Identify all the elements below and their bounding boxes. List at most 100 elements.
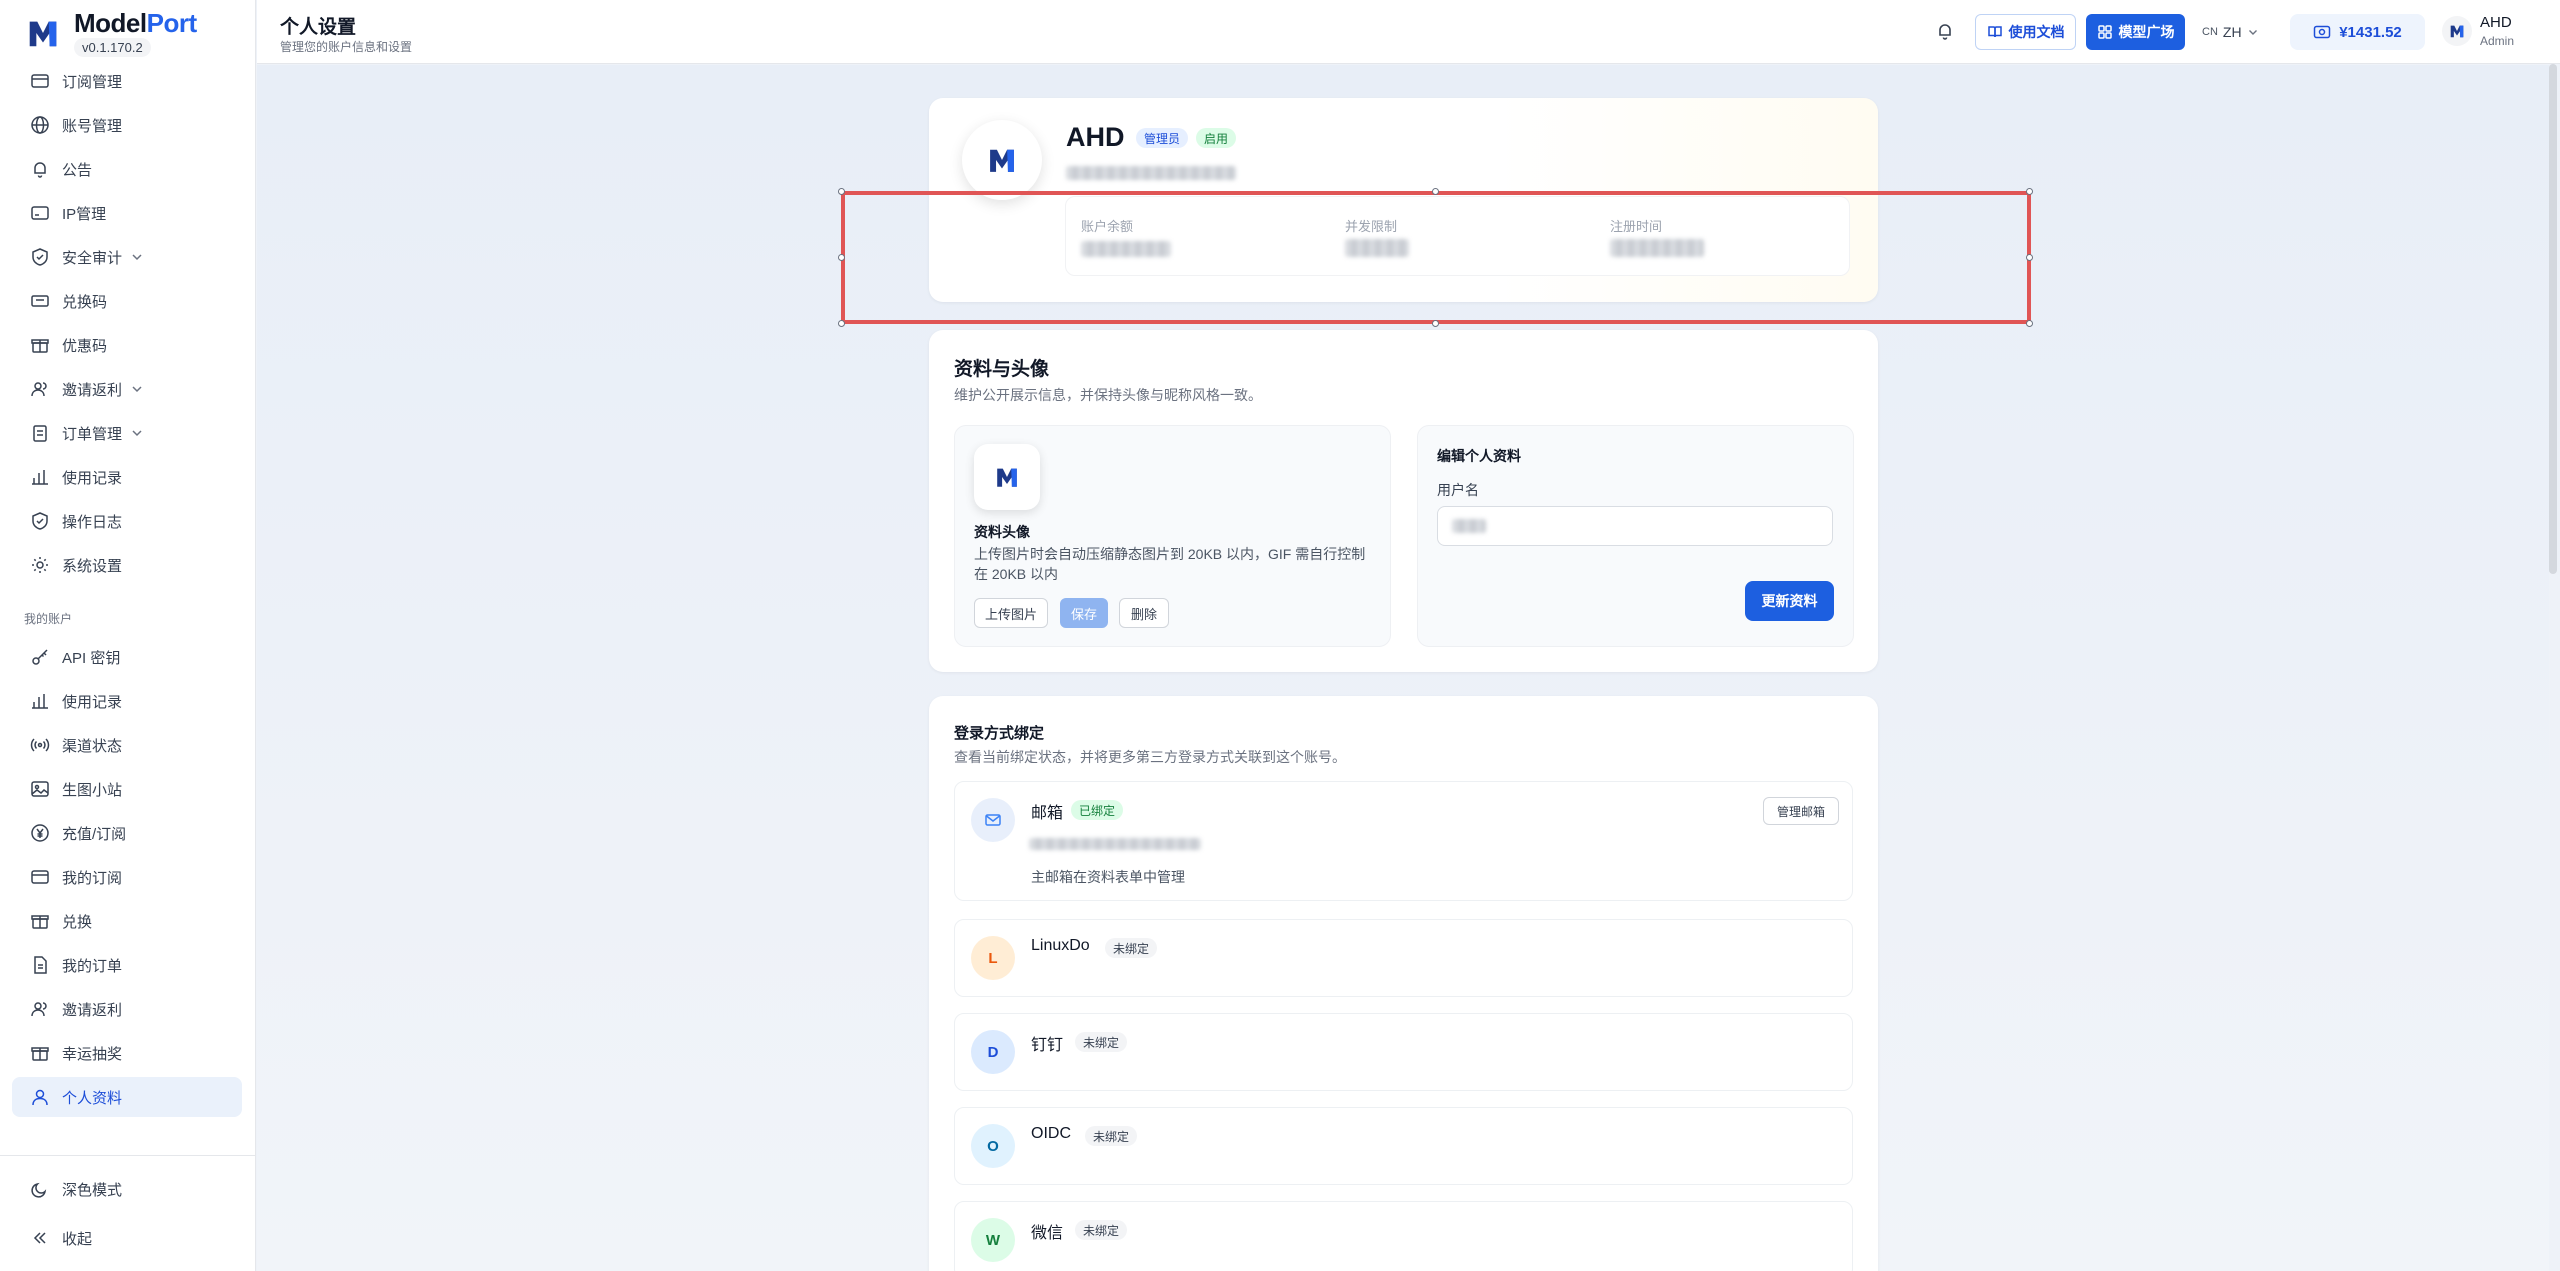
manage-email-button[interactable]: 管理邮箱: [1763, 797, 1839, 825]
email-redacted: [1066, 166, 1236, 180]
login-bindings-card: 登录方式绑定 查看当前绑定状态，并将更多第三方登录方式关联到这个账号。 邮箱 已…: [929, 696, 1878, 1271]
model-plaza-button[interactable]: 模型广场: [2086, 14, 2185, 50]
top-header: 个人设置 管理您的账户信息和设置 使用文档 模型广场 CN ZH ¥1431.5…: [257, 0, 2560, 64]
docs-button[interactable]: 使用文档: [1975, 14, 2076, 50]
sidebar-item-order-admin[interactable]: 订单管理: [12, 413, 242, 453]
binding-row-oidc[interactable]: O OIDC 未绑定: [954, 1107, 1853, 1185]
ticket-icon: [31, 295, 49, 307]
selection-handle[interactable]: [2026, 188, 2033, 195]
server-icon: [31, 206, 49, 220]
binding-name: 钉钉: [1031, 1037, 1064, 1054]
chevron-down-icon: [132, 386, 142, 393]
version-badge: v0.1.170.2: [74, 38, 151, 57]
selection-rectangle[interactable]: [841, 191, 2031, 324]
language-selector[interactable]: CN ZH: [2202, 20, 2259, 44]
gear-icon: [32, 557, 48, 573]
save-avatar-button[interactable]: 保存: [1060, 598, 1108, 628]
sidebar-item-my-subscriptions[interactable]: 我的订阅: [12, 857, 242, 897]
section-title: 资料与头像: [954, 359, 1050, 380]
sidebar-item-recharge[interactable]: 充值/订阅: [12, 813, 242, 853]
sidebar-item-my-orders[interactable]: 我的订单: [12, 945, 242, 985]
binding-note: 主邮箱在资料表单中管理: [1031, 869, 1185, 885]
selection-handle[interactable]: [2026, 320, 2033, 327]
sidebar-item-image-studio[interactable]: 生图小站: [12, 769, 242, 809]
mail-icon: [971, 798, 1015, 842]
key-icon: [32, 649, 48, 665]
modelport-logo-icon: [997, 468, 1017, 487]
gift-icon: [31, 1047, 49, 1061]
edit-profile-title: 编辑个人资料: [1437, 448, 1521, 464]
selection-handle[interactable]: [1432, 320, 1439, 327]
selection-handle[interactable]: [838, 254, 845, 261]
profile-info-card: 资料与头像 维护公开展示信息，并保持头像与昵称风格一致。 资料头像 上传图片时会…: [929, 330, 1878, 672]
bindings-description: 查看当前绑定状态，并将更多第三方登录方式关联到这个账号。: [954, 749, 1346, 765]
dark-mode-toggle[interactable]: 深色模式: [12, 1169, 242, 1209]
shield-icon: [32, 512, 48, 530]
sidebar-item-operation-log[interactable]: 操作日志: [12, 501, 242, 541]
grid-icon: [2097, 25, 2112, 39]
modelport-logo-icon: [990, 149, 1014, 172]
user-role: Admin: [2480, 34, 2515, 48]
sidebar-item-redeem[interactable]: 兑换: [12, 901, 242, 941]
sidebar-item-system-settings[interactable]: 系统设置: [12, 545, 242, 585]
sidebar-item-coupons[interactable]: 优惠码: [12, 325, 242, 365]
sidebar-item-subscriptions[interactable]: 订阅管理: [12, 61, 242, 101]
sidebar-item-channel-status[interactable]: 渠道状态: [12, 725, 242, 765]
sidebar: ModelPort v0.1.170.2 订阅管理 账号管理 公告 IP管理 安…: [0, 0, 256, 1271]
profile-avatar: [962, 120, 1042, 200]
bound-email-redacted: [1029, 838, 1201, 850]
delete-avatar-button[interactable]: 删除: [1119, 598, 1169, 628]
section-description: 维护公开展示信息，并保持头像与昵称风格一致。: [954, 387, 1262, 403]
avatar-title: 资料头像: [974, 524, 1030, 540]
brand[interactable]: ModelPort v0.1.170.2: [24, 6, 244, 57]
binding-status: 未绑定: [1105, 938, 1158, 958]
sidebar-item-redeem-codes[interactable]: 兑换码: [12, 281, 242, 321]
sidebar-section-my-account: 我的账户: [24, 612, 73, 626]
avatar: [2442, 16, 2472, 46]
bindings-title: 登录方式绑定: [954, 725, 1045, 742]
notification-bell-icon[interactable]: [1934, 20, 1956, 42]
binding-status: 已绑定: [1071, 800, 1124, 820]
username-input[interactable]: [1437, 506, 1833, 546]
signal-icon: [30, 738, 50, 752]
selection-handle[interactable]: [2026, 254, 2033, 261]
collapse-sidebar-button[interactable]: 收起: [12, 1218, 242, 1258]
binding-status: 未绑定: [1075, 1220, 1128, 1240]
sidebar-item-security-audit[interactable]: 安全审计: [12, 237, 242, 277]
sidebar-item-announcements[interactable]: 公告: [12, 149, 242, 189]
selection-handle[interactable]: [1432, 188, 1439, 195]
sidebar-item-profile[interactable]: 个人资料: [12, 1077, 242, 1117]
modelport-logo-icon: [29, 21, 57, 47]
binding-status: 未绑定: [1085, 1126, 1138, 1146]
balance-badge[interactable]: ¥1431.52: [2290, 14, 2425, 50]
selection-handle[interactable]: [838, 320, 845, 327]
sidebar-item-usage[interactable]: 使用记录: [12, 681, 242, 721]
user-menu[interactable]: AHD Admin: [2442, 12, 2552, 52]
sidebar-item-usage-admin[interactable]: 使用记录: [12, 457, 242, 497]
profile-name: AHD: [1066, 122, 1125, 152]
update-profile-button[interactable]: 更新资料: [1745, 581, 1834, 621]
avatar-preview: [974, 444, 1040, 510]
sidebar-divider: [0, 1155, 256, 1156]
user-name: AHD: [2480, 14, 2512, 31]
clipboard-icon: [33, 425, 47, 442]
sidebar-item-ip[interactable]: IP管理: [12, 193, 242, 233]
sidebar-item-lucky-draw[interactable]: 幸运抽奖: [12, 1033, 242, 1073]
page-scrollbar[interactable]: [2549, 64, 2557, 574]
chevron-down-icon: [132, 430, 142, 437]
status-badge: 启用: [1196, 128, 1237, 148]
card-icon: [31, 74, 49, 88]
selection-handle[interactable]: [838, 188, 845, 195]
sidebar-item-accounts[interactable]: 账号管理: [12, 105, 242, 145]
binding-row-dingtalk[interactable]: D 钉钉 未绑定: [954, 1013, 1853, 1091]
binding-row-wechat[interactable]: W 微信 未绑定: [954, 1201, 1853, 1271]
binding-status: 未绑定: [1075, 1032, 1128, 1052]
binding-row-linuxdo[interactable]: L LinuxDo 未绑定: [954, 919, 1853, 997]
sidebar-item-referral[interactable]: 邀请返利: [12, 989, 242, 1029]
oidc-icon: O: [971, 1124, 1015, 1168]
dingtalk-icon: D: [971, 1030, 1015, 1074]
gift-icon: [31, 339, 49, 353]
sidebar-item-api-keys[interactable]: API 密钥: [12, 637, 242, 677]
sidebar-item-referral-admin[interactable]: 邀请返利: [12, 369, 242, 409]
upload-image-button[interactable]: 上传图片: [974, 598, 1048, 628]
